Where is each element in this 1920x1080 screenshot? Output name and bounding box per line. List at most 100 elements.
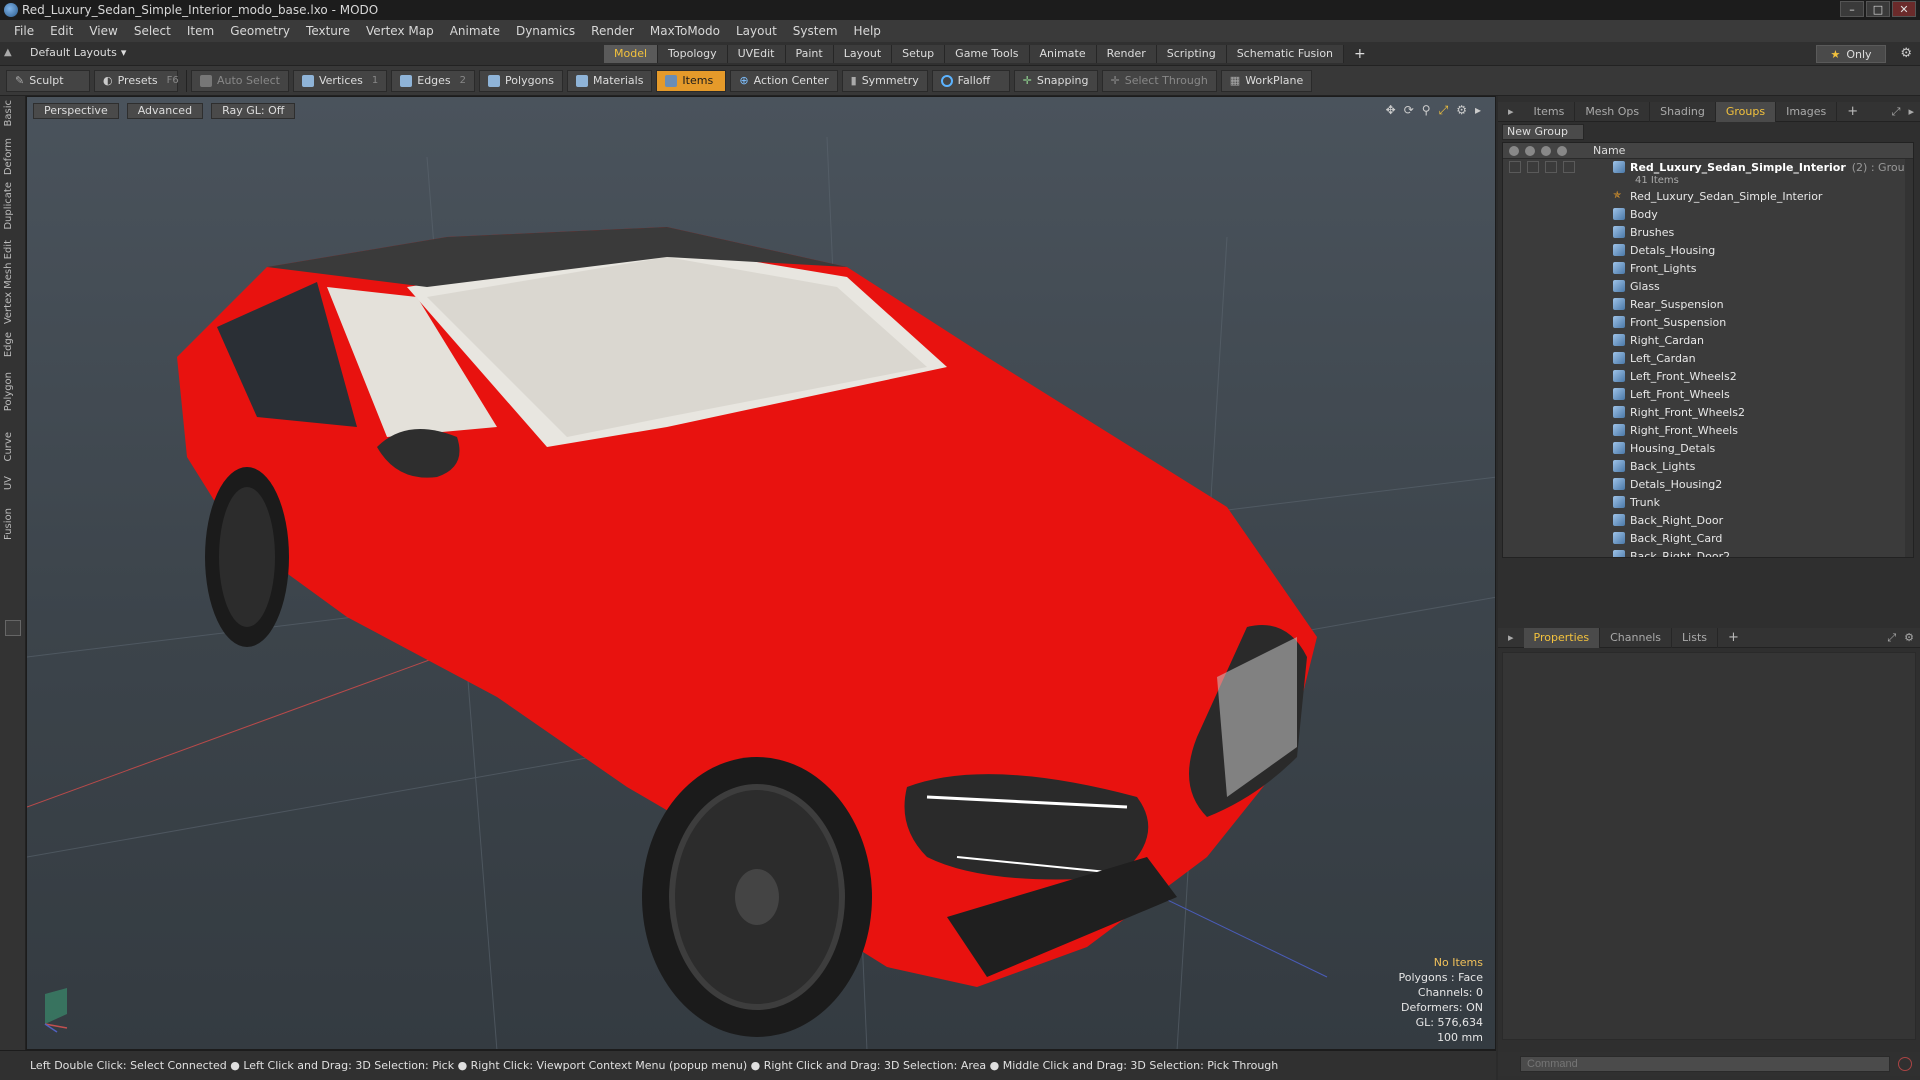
- close-icon[interactable]: ✕: [1892, 1, 1916, 17]
- list-item[interactable]: Front_Suspension: [1503, 313, 1913, 331]
- materials-button[interactable]: Materials: [567, 69, 653, 92]
- props-expand-icon[interactable]: ⤢: [1887, 631, 1896, 645]
- add-props-tab-icon[interactable]: +: [1718, 628, 1749, 648]
- props-gear-icon[interactable]: ⚙: [1904, 631, 1914, 645]
- panel-tab-items[interactable]: Items: [1524, 101, 1576, 122]
- fit-icon[interactable]: ⤢: [1439, 103, 1449, 118]
- list-item[interactable]: Left_Front_Wheels: [1503, 385, 1913, 403]
- side-tab-vertex[interactable]: Vertex: [3, 292, 23, 324]
- list-item[interactable]: Housing_Detals: [1503, 439, 1913, 457]
- sculpt-button[interactable]: ✎ Sculpt: [6, 69, 90, 92]
- props-tab-channels[interactable]: Channels: [1600, 627, 1673, 648]
- props-tab-lists[interactable]: Lists: [1672, 627, 1718, 648]
- menu-geometry[interactable]: Geometry: [222, 24, 298, 38]
- command-input[interactable]: [1520, 1056, 1890, 1072]
- side-tab-basic[interactable]: Basic: [3, 100, 23, 126]
- menu-render[interactable]: Render: [583, 24, 642, 38]
- new-group-button[interactable]: New Group: [1502, 124, 1584, 140]
- menu-select[interactable]: Select: [126, 24, 179, 38]
- add-panel-tab-icon[interactable]: +: [1837, 102, 1868, 122]
- tab-scripting[interactable]: Scripting: [1156, 45, 1227, 63]
- render-toggle[interactable]: [1545, 161, 1557, 173]
- menu-view[interactable]: View: [81, 24, 125, 38]
- vertices-button[interactable]: Vertices 1: [292, 69, 388, 92]
- menu-dynamics[interactable]: Dynamics: [508, 24, 583, 38]
- workplane-button[interactable]: ▦ WorkPlane: [1220, 69, 1313, 92]
- list-item[interactable]: Front_Lights: [1503, 259, 1913, 277]
- raygl-button[interactable]: Ray GL: Off: [211, 103, 296, 119]
- panel-tab-shading[interactable]: Shading: [1650, 101, 1716, 122]
- command-stop-icon[interactable]: [1898, 1057, 1912, 1071]
- side-tab-edge[interactable]: Edge: [3, 332, 23, 357]
- lock-icon[interactable]: [1525, 145, 1535, 156]
- tab-uvedit[interactable]: UVEdit: [727, 45, 786, 63]
- list-item[interactable]: Right_Front_Wheels: [1503, 421, 1913, 439]
- tab-schematic-fusion[interactable]: Schematic Fusion: [1226, 45, 1345, 63]
- maximize-icon[interactable]: □: [1866, 1, 1890, 17]
- tab-game-tools[interactable]: Game Tools: [945, 45, 1030, 63]
- panel-menu-icon[interactable]: ▸: [1498, 102, 1524, 122]
- tab-layout[interactable]: Layout: [833, 45, 893, 63]
- side-panel-toggle-icon[interactable]: [5, 620, 21, 636]
- list-item[interactable]: Detals_Housing2: [1503, 475, 1913, 493]
- panel-arrow-icon[interactable]: ▸: [1908, 105, 1914, 119]
- eye-icon[interactable]: [1509, 145, 1519, 156]
- list-item[interactable]: Right_Front_Wheels2: [1503, 403, 1913, 421]
- 3d-viewport[interactable]: Perspective Advanced Ray GL: Off ✥ ⟳ ⚲ ⤢…: [26, 96, 1496, 1050]
- list-item[interactable]: Brushes: [1503, 223, 1913, 241]
- menu-item[interactable]: Item: [179, 24, 222, 38]
- tab-topology[interactable]: Topology: [658, 45, 728, 63]
- items-button[interactable]: Items: [656, 69, 727, 92]
- minimize-icon[interactable]: –: [1840, 1, 1864, 17]
- menu-file[interactable]: File: [6, 24, 42, 38]
- panel-tab-groups[interactable]: Groups: [1715, 101, 1777, 122]
- tab-model[interactable]: Model: [604, 45, 659, 63]
- menu-vertex-map[interactable]: Vertex Map: [358, 24, 442, 38]
- rotate-icon[interactable]: ⟳: [1404, 103, 1414, 118]
- list-item[interactable]: Trunk: [1503, 493, 1913, 511]
- menu-layout[interactable]: Layout: [728, 24, 785, 38]
- side-tab-duplicate[interactable]: Duplicate: [3, 182, 23, 230]
- panel-tab-images[interactable]: Images: [1776, 101, 1838, 122]
- select-through-button[interactable]: ✛ Select Through: [1101, 69, 1217, 92]
- menu-animate[interactable]: Animate: [442, 24, 508, 38]
- name-column-header[interactable]: Name: [1593, 144, 1625, 157]
- side-tab-polygon[interactable]: Polygon: [3, 372, 23, 411]
- list-item[interactable]: Detals_Housing: [1503, 241, 1913, 259]
- list-item[interactable]: Rear_Suspension: [1503, 295, 1913, 313]
- side-tab-uv[interactable]: UV: [3, 476, 23, 490]
- menu-texture[interactable]: Texture: [298, 24, 358, 38]
- side-tab-mesh-edit[interactable]: Mesh Edit: [3, 240, 23, 289]
- props-tab-properties[interactable]: Properties: [1523, 627, 1601, 648]
- select-toggle[interactable]: [1563, 161, 1575, 173]
- list-item[interactable]: Back_Right_Card: [1503, 529, 1913, 547]
- render-icon[interactable]: [1541, 145, 1551, 156]
- list-item[interactable]: Left_Cardan: [1503, 349, 1913, 367]
- list-item[interactable]: Back_Right_Door: [1503, 511, 1913, 529]
- zoom-icon[interactable]: ⚲: [1422, 103, 1431, 118]
- view-mode-button[interactable]: Perspective: [33, 103, 119, 119]
- gear-icon[interactable]: ⚙: [1900, 46, 1912, 61]
- list-item[interactable]: Back_Right_Door2: [1503, 547, 1913, 557]
- menu-maxtomodo[interactable]: MaxToModo: [642, 24, 728, 38]
- tab-setup[interactable]: Setup: [892, 45, 946, 63]
- lock-toggle[interactable]: [1527, 161, 1539, 173]
- list-item[interactable]: Left_Front_Wheels2: [1503, 367, 1913, 385]
- add-tab-icon[interactable]: +: [1344, 45, 1376, 63]
- menu-edit[interactable]: Edit: [42, 24, 81, 38]
- locator-row[interactable]: ✯ Red_Luxury_Sedan_Simple_Interior: [1503, 187, 1913, 205]
- list-item[interactable]: Back_Lights: [1503, 457, 1913, 475]
- edges-button[interactable]: Edges 2: [391, 69, 476, 92]
- action-center-button[interactable]: ⊕ Action Center: [730, 69, 838, 92]
- symmetry-button[interactable]: ▮ Symmetry: [841, 69, 928, 92]
- menu-help[interactable]: Help: [846, 24, 889, 38]
- only-toggle-button[interactable]: ★ Only: [1816, 45, 1886, 63]
- polygons-button[interactable]: Polygons: [479, 69, 563, 92]
- tree-scrollbar[interactable]: [1905, 159, 1913, 557]
- select-icon[interactable]: [1557, 145, 1567, 156]
- side-tab-fusion[interactable]: Fusion: [3, 508, 23, 540]
- expand-icon[interactable]: ⤢: [1892, 105, 1901, 119]
- side-tab-deform[interactable]: Deform: [3, 138, 23, 175]
- viewport-menu-icon[interactable]: ▸: [1475, 103, 1481, 118]
- panel-tab-mesh-ops[interactable]: Mesh Ops: [1575, 101, 1651, 122]
